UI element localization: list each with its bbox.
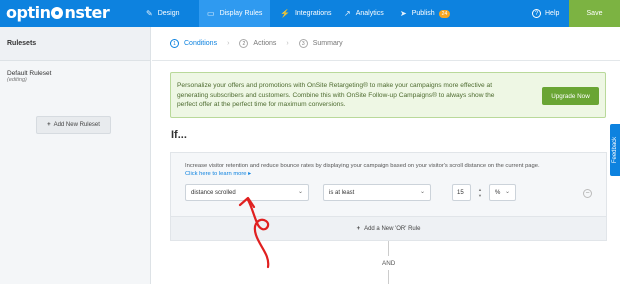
annotation-arrow-icon [238,196,270,269]
ruleset-item-default[interactable]: Default Ruleset (editing) [0,61,150,92]
tab-display-rules[interactable]: ▭ Display Rules [199,0,271,27]
and-label: AND [382,260,396,267]
step-conditions[interactable]: 1 Conditions [170,39,217,48]
feedback-tab[interactable]: Feedback [610,124,620,176]
tab-publish[interactable]: ➤ Publish 24 [392,0,458,27]
brush-icon: ✎ [146,9,153,18]
ruleset-status: (editing) [7,77,27,83]
add-ruleset-button[interactable]: + Add New Ruleset [36,116,111,134]
value-input[interactable]: 15 [452,184,471,201]
tab-design[interactable]: ✎ Design [138,0,188,27]
upgrade-now-button[interactable]: Upgrade Now [542,87,599,105]
publish-badge: 24 [438,9,451,18]
chevron-down-icon: ⌄ [297,189,303,195]
rule-description: Increase visitor retention and reduce bo… [185,163,540,169]
plug-icon: ⚡ [280,9,290,18]
connector-line [388,241,389,256]
connector-line [388,270,389,284]
promo-text: Personalize your offers and promotions w… [177,82,495,108]
top-nav: optin nster ✎ Design ▭ Display Rules ⚡ Integ… [0,0,620,27]
chevron-down-icon: ⌄ [504,189,510,195]
save-button[interactable]: Save [569,0,620,27]
send-icon: ➤ [400,9,407,18]
help-link[interactable]: ? Help [532,0,559,27]
if-heading: If... [171,129,187,141]
chevron-right-icon: › [286,40,289,47]
operator-select[interactable]: is at least ⌄ [323,184,431,201]
chevron-down-icon: ⌄ [419,189,425,195]
plus-icon: + [47,122,51,128]
plus-icon: + [356,225,361,232]
sidebar-heading: Rulesets [0,27,150,61]
unit-select[interactable]: % ⌄ [489,184,516,201]
monster-eye-icon [51,7,64,19]
chart-icon: ↗ [344,9,351,18]
upgrade-promo-banner: Personalize your offers and promotions w… [170,72,606,118]
step-summary[interactable]: 3 Summary [298,39,343,48]
step-actions[interactable]: 2 Actions [239,39,276,48]
rulesets-sidebar: Rulesets Default Ruleset (editing) + Add … [0,27,151,284]
learn-more-link[interactable]: Click here to learn more ▸ [185,171,251,177]
tab-integrations[interactable]: ⚡ Integrations [272,0,340,27]
ruleset-title: Default Ruleset [7,70,52,77]
tab-analytics[interactable]: ↗ Analytics [336,0,392,27]
steps-bar: 1 Conditions › 2 Actions › 3 Summary [152,27,620,61]
help-icon: ? [532,9,541,18]
remove-rule-icon[interactable]: − [583,189,592,198]
monitor-icon: ▭ [207,9,215,18]
value-stepper[interactable]: ▲ ▼ [475,184,485,201]
logo[interactable]: optin nster [6,3,110,22]
chevron-right-icon: › [227,40,230,47]
